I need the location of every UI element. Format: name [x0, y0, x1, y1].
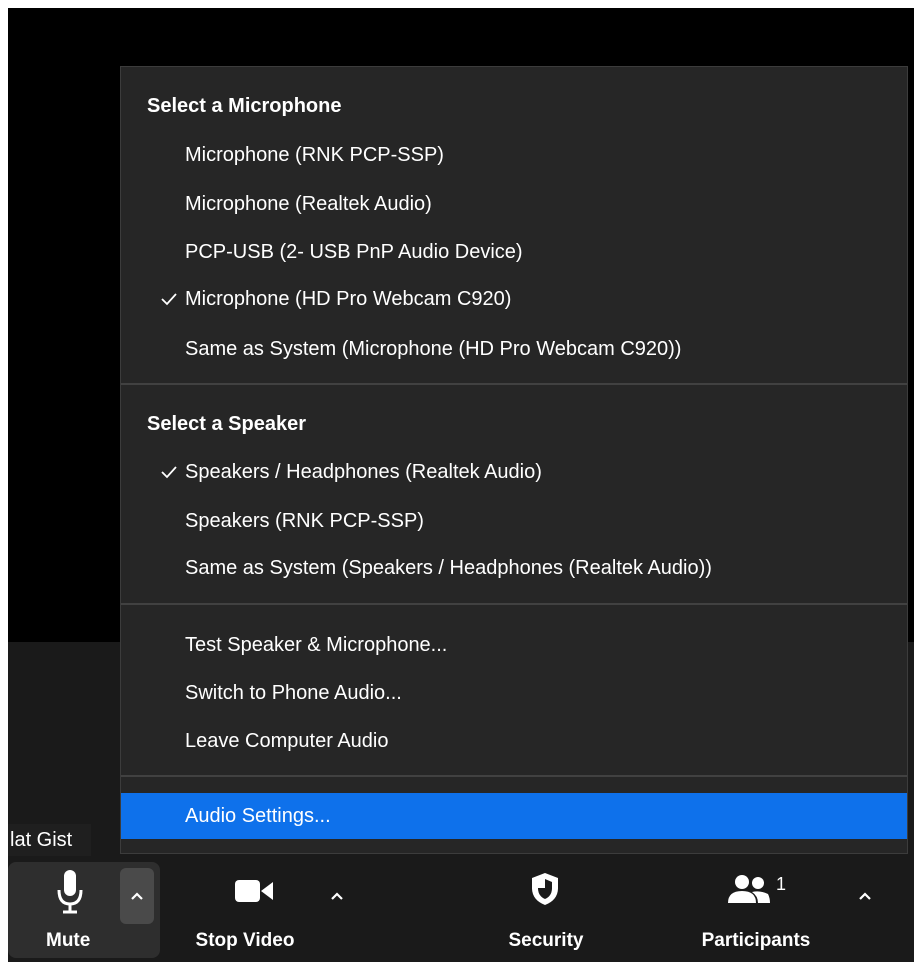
mute-label: Mute — [46, 930, 91, 951]
caret-up-icon — [859, 892, 871, 900]
shield-icon — [532, 873, 558, 905]
action-label: Switch to Phone Audio... — [185, 682, 402, 704]
mic-option-label: Same as System (Microphone (HD Pro Webca… — [185, 338, 682, 360]
audio-settings-item[interactable]: Audio Settings... — [121, 793, 907, 839]
action-label: Audio Settings... — [185, 805, 331, 827]
microphone-section-header: Select a Microphone — [147, 95, 342, 117]
participant-count: 1 — [776, 874, 787, 894]
mic-option-label: Microphone (HD Pro Webcam C920) — [185, 288, 512, 310]
caret-up-icon — [131, 892, 143, 900]
mic-option-hd-webcam[interactable]: Microphone (HD Pro Webcam C920) — [121, 279, 907, 319]
participants-button[interactable]: 1 Participants — [688, 860, 824, 962]
mic-option-pcp-usb[interactable]: PCP-USB (2- USB PnP Audio Device) — [121, 232, 907, 272]
speaker-option-rnk[interactable]: Speakers (RNK PCP-SSP) — [121, 501, 907, 541]
mic-option-label: PCP-USB (2- USB PnP Audio Device) — [185, 241, 523, 263]
audio-options-menu: Select a Microphone Microphone (RNK PCP-… — [120, 66, 908, 854]
switch-to-phone-audio-item[interactable]: Switch to Phone Audio... — [121, 673, 907, 713]
security-label: Security — [508, 930, 584, 951]
video-options-caret[interactable] — [320, 868, 354, 924]
action-label: Leave Computer Audio — [185, 730, 389, 752]
speaker-section-header: Select a Speaker — [147, 413, 306, 435]
menu-divider — [121, 603, 907, 605]
stop-video-label: Stop Video — [195, 930, 295, 951]
checkmark-icon — [161, 452, 181, 492]
speaker-option-same-as-system[interactable]: Same as System (Speakers / Headphones (R… — [121, 548, 907, 588]
participants-icon — [728, 875, 770, 903]
mic-option-rnk[interactable]: Microphone (RNK PCP-SSP) — [121, 135, 907, 175]
mic-option-label: Microphone (RNK PCP-SSP) — [185, 144, 444, 166]
speaker-option-label: Speakers (RNK PCP-SSP) — [185, 510, 424, 532]
mic-option-same-as-system[interactable]: Same as System (Microphone (HD Pro Webca… — [121, 329, 907, 369]
participants-label: Participants — [701, 930, 811, 951]
menu-divider — [121, 383, 907, 385]
test-speaker-microphone-item[interactable]: Test Speaker & Microphone... — [121, 625, 907, 665]
stop-video-button[interactable]: Stop Video — [180, 860, 310, 962]
mic-option-realtek[interactable]: Microphone (Realtek Audio) — [121, 184, 907, 224]
checkmark-icon — [161, 279, 181, 319]
speaker-option-label: Same as System (Speakers / Headphones (R… — [185, 557, 712, 579]
mic-option-label: Microphone (Realtek Audio) — [185, 193, 432, 215]
microphone-icon — [57, 870, 83, 914]
video-camera-icon — [235, 880, 273, 902]
participant-name-tag: lat Gist — [8, 824, 91, 856]
leave-computer-audio-item[interactable]: Leave Computer Audio — [121, 721, 907, 761]
caret-up-icon — [331, 892, 343, 900]
audio-options-caret[interactable] — [120, 868, 154, 924]
security-button[interactable]: Security — [488, 860, 604, 962]
menu-divider — [121, 775, 907, 777]
meeting-toolbar: Mute Stop Video Security 1 Participants — [8, 860, 914, 962]
speaker-option-label: Speakers / Headphones (Realtek Audio) — [185, 461, 542, 483]
speaker-option-realtek[interactable]: Speakers / Headphones (Realtek Audio) — [121, 452, 907, 492]
mute-control: Mute — [8, 860, 168, 962]
mute-button[interactable]: Mute — [8, 860, 118, 962]
participants-options-caret[interactable] — [848, 868, 882, 924]
action-label: Test Speaker & Microphone... — [185, 634, 448, 656]
